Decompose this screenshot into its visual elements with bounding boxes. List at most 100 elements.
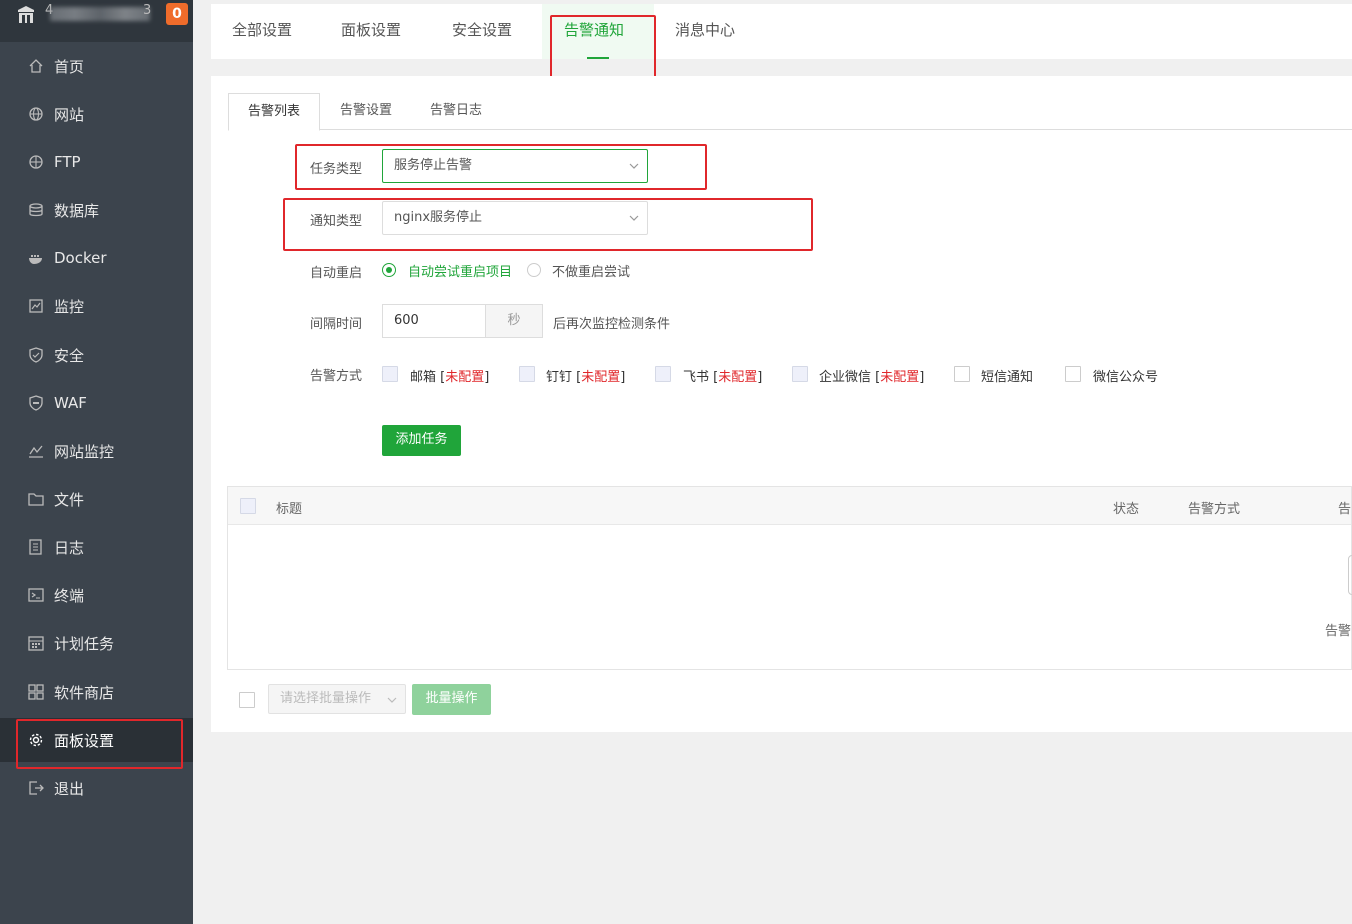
empty-state-text: 告警 [1325,624,1352,639]
highlight-box-alert-tab [550,15,656,82]
sidebar-item-monitor[interactable]: 监控 [0,284,193,328]
sidebar-item-website[interactable]: 网站 [0,92,193,136]
tab-alert-list[interactable]: 告警列表 [228,93,320,131]
highlight-box-task-type [295,144,707,190]
sidebar-item-site-monitor[interactable]: 网站监控 [0,429,193,473]
waf-icon [27,395,44,412]
interval-suffix: 后再次监控检测条件 [553,317,671,332]
column-truncated[interactable]: 告 [1338,498,1351,517]
sidebar-item-logs[interactable]: 日志 [0,525,193,569]
sidebar: 4 3 0 首页 网站 FTP 数据库 Docker 监控 安全 WAF 网站监… [0,0,193,924]
sidebar-item-label: 首页 [54,57,85,76]
server-name-suffix: 3 [143,3,152,18]
sidebar-item-app-store[interactable]: 软件商店 [0,670,193,714]
calendar-icon [27,635,44,652]
shield-icon [27,347,44,364]
server-name-redacted [50,7,150,21]
home-icon [27,58,44,75]
sidebar-item-label: FTP [54,153,81,171]
table-header: 标题 状态 告警方式 告 [228,487,1351,525]
column-status[interactable]: 状态 [1113,498,1139,517]
sidebar-item-label: 数据库 [54,201,100,220]
method-email-label[interactable]: 邮箱 [未配置] [410,366,489,385]
restart-none-radio[interactable] [527,263,541,277]
sidebar-item-label: 监控 [54,297,85,316]
alert-method-label: 告警方式 [310,369,363,384]
sidebar-item-label: 终端 [54,586,85,605]
column-alert-method[interactable]: 告警方式 [1188,498,1240,517]
alert-table: 标题 状态 告警方式 告 告警 [227,486,1352,670]
auto-restart-label: 自动重启 [310,266,363,281]
add-task-button[interactable]: 添加任务 [382,425,461,456]
terminal-icon [27,587,44,604]
notification-badge[interactable]: 0 [166,3,188,25]
tab-alert-settings[interactable]: 告警设置 [340,93,392,130]
method-sms-label[interactable]: 短信通知 [981,366,1033,385]
chart-line-icon [27,443,44,460]
batch-operation-select[interactable]: 请选择批量操作 [268,684,406,714]
tab-security-settings[interactable]: 安全设置 [452,4,512,59]
brand-header: 4 3 0 [0,0,193,42]
log-icon [27,539,44,556]
method-wecom-checkbox[interactable] [792,366,808,382]
top-tab-bar: 全部设置 面板设置 安全设置 告警通知 消息中心 [211,4,1352,59]
sidebar-item-ftp[interactable]: FTP [0,140,193,184]
logout-icon [27,780,44,797]
monitor-icon [27,298,44,315]
method-wecom-label[interactable]: 企业微信 [未配置] [819,366,924,385]
docker-icon [27,250,44,267]
method-email-checkbox[interactable] [382,366,398,382]
sidebar-item-waf[interactable]: WAF [0,381,193,425]
method-sms-checkbox[interactable] [954,366,970,382]
method-wechat-mp-label[interactable]: 微信公众号 [1093,366,1158,385]
tab-message-center[interactable]: 消息中心 [675,4,735,59]
not-configured-link[interactable]: 未配置 [718,370,757,385]
tab-panel-settings[interactable]: 面板设置 [341,4,401,59]
restart-none-label[interactable]: 不做重启尝试 [552,261,630,280]
tab-all-settings[interactable]: 全部设置 [232,4,292,59]
sidebar-item-terminal[interactable]: 终端 [0,573,193,617]
not-configured-link[interactable]: 未配置 [445,370,484,385]
sidebar-item-label: 日志 [54,538,85,557]
sidebar-item-label: 网站 [54,105,85,124]
batch-select-checkbox[interactable] [239,692,255,708]
grid-icon [27,684,44,701]
sidebar-item-cron[interactable]: 计划任务 [0,621,193,665]
method-dingtalk-label[interactable]: 钉钉 [未配置] [546,366,625,385]
restart-auto-label[interactable]: 自动尝试重启项目 [408,261,512,280]
sidebar-item-label: 计划任务 [54,634,115,653]
sidebar-item-logout[interactable]: 退出 [0,766,193,810]
empty-state-icon [1348,555,1352,595]
method-feishu-checkbox[interactable] [655,366,671,382]
not-configured-link[interactable]: 未配置 [880,370,919,385]
interval-input[interactable]: 600 [382,304,486,338]
method-wechat-mp-checkbox[interactable] [1065,366,1081,382]
interval-label: 间隔时间 [310,317,363,332]
interval-unit: 秒 [485,304,543,338]
method-dingtalk-checkbox[interactable] [519,366,535,382]
database-icon [27,202,44,219]
sidebar-item-label: 软件商店 [54,683,115,702]
not-configured-link[interactable]: 未配置 [581,370,620,385]
batch-operation-placeholder: 请选择批量操作 [280,691,372,706]
globe-icon [27,106,44,123]
sidebar-item-database[interactable]: 数据库 [0,188,193,232]
sidebar-item-label: 网站监控 [54,442,115,461]
sidebar-item-security[interactable]: 安全 [0,333,193,377]
highlight-box-panel-settings [16,719,183,769]
restart-auto-radio[interactable] [382,263,396,277]
batch-operation-button[interactable]: 批量操作 [412,684,491,715]
folder-icon [27,491,44,508]
method-feishu-label[interactable]: 飞书 [未配置] [683,366,762,385]
sub-tab-bar: 告警列表 告警设置 告警日志 [228,93,1352,131]
sidebar-item-docker[interactable]: Docker [0,236,193,280]
highlight-box-notify-type [283,198,813,251]
tab-alert-log[interactable]: 告警日志 [430,93,482,130]
sidebar-item-label: 退出 [54,779,85,798]
column-title[interactable]: 标题 [276,498,302,517]
logo-icon [18,6,34,23]
sidebar-item-home[interactable]: 首页 [0,44,193,88]
select-all-checkbox[interactable] [240,498,256,514]
sidebar-item-files[interactable]: 文件 [0,477,193,521]
chevron-down-icon [387,697,397,703]
